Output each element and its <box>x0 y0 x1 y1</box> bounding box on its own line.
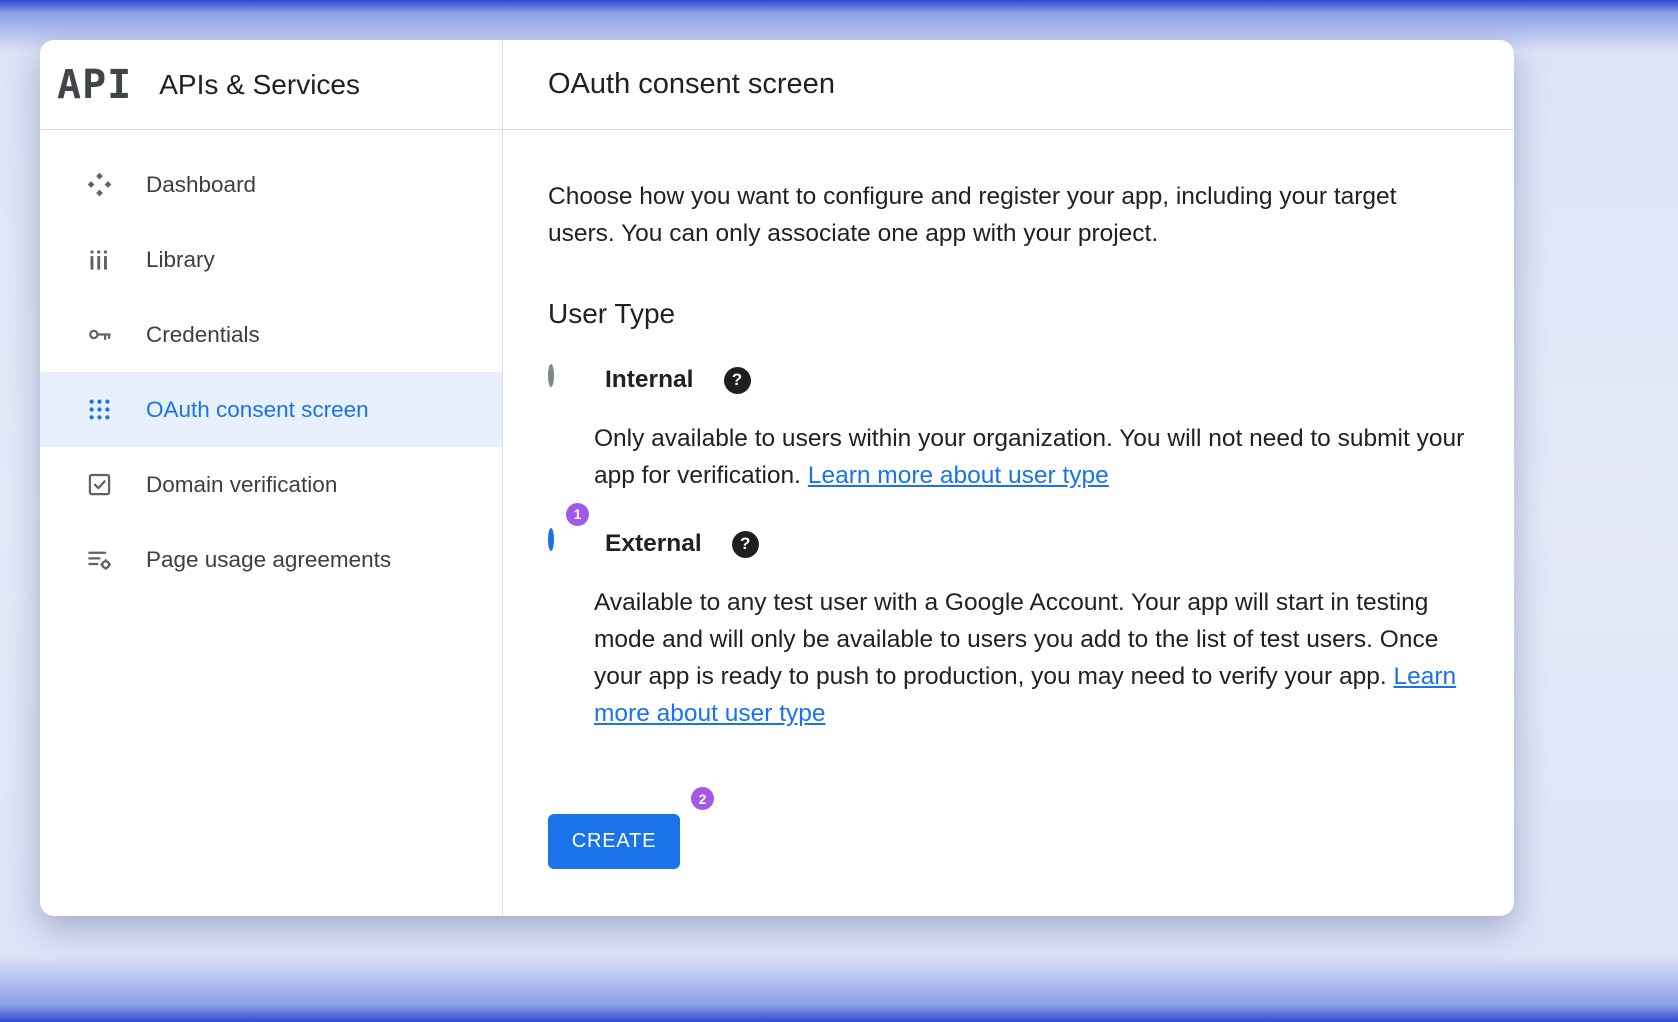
create-button-area: CREATE 2 <box>548 814 680 869</box>
sidebar-item-label: Library <box>146 247 215 273</box>
external-option-row: 1 External ? <box>548 530 1469 558</box>
console-window: API APIs & Services Dashboard <box>40 40 1514 916</box>
internal-help-icon[interactable]: ? <box>724 367 751 394</box>
sidebar-item-label: Domain verification <box>146 472 337 498</box>
external-radio[interactable] <box>548 528 554 551</box>
annotation-badge-1: 1 <box>566 503 589 526</box>
external-help-icon[interactable]: ? <box>732 531 759 558</box>
list-gear-icon <box>86 546 113 573</box>
dashboard-icon <box>86 171 113 198</box>
internal-radio[interactable] <box>548 364 554 387</box>
external-radio-wrap: 1 <box>548 531 575 558</box>
annotation-badge-2: 2 <box>691 787 714 810</box>
api-logo: API <box>57 62 132 108</box>
sidebar-item-label: Dashboard <box>146 172 256 198</box>
sidebar-nav: Dashboard <box>40 130 502 597</box>
internal-option-label[interactable]: Internal <box>605 366 694 394</box>
page-background: API APIs & Services Dashboard <box>0 0 1678 1022</box>
external-option-description: Available to any test user with a Google… <box>594 584 1469 732</box>
key-icon <box>86 321 113 348</box>
sidebar-item-label: OAuth consent screen <box>146 397 369 423</box>
external-option-label[interactable]: External <box>605 530 702 558</box>
internal-option-row: Internal ? <box>548 366 1469 394</box>
page-title: OAuth consent screen <box>548 68 835 101</box>
sidebar-item-library[interactable]: Library <box>40 222 502 297</box>
oauth-consent-icon <box>86 396 113 423</box>
sidebar-item-credentials[interactable]: Credentials <box>40 297 502 372</box>
sidebar-item-dashboard[interactable]: Dashboard <box>40 147 502 222</box>
main-header: OAuth consent screen <box>503 40 1514 130</box>
library-icon <box>86 246 113 273</box>
sidebar-header: API APIs & Services <box>40 40 502 130</box>
internal-option-description: Only available to users within your orga… <box>594 420 1469 494</box>
internal-learn-more-link[interactable]: Learn more about user type <box>808 462 1109 489</box>
intro-text: Choose how you want to configure and reg… <box>548 178 1453 252</box>
main-content: Choose how you want to configure and reg… <box>503 130 1514 869</box>
sidebar: API APIs & Services Dashboard <box>40 40 503 916</box>
user-type-heading: User Type <box>548 298 1469 330</box>
internal-radio-wrap <box>548 367 575 394</box>
create-button[interactable]: CREATE <box>548 814 680 869</box>
main-panel: OAuth consent screen Choose how you want… <box>503 40 1514 916</box>
sidebar-item-label: Credentials <box>146 322 260 348</box>
sidebar-item-oauth-consent-screen[interactable]: OAuth consent screen <box>40 372 502 447</box>
sidebar-item-page-usage-agreements[interactable]: Page usage agreements <box>40 522 502 597</box>
external-description-text: Available to any test user with a Google… <box>594 589 1438 690</box>
sidebar-item-domain-verification[interactable]: Domain verification <box>40 447 502 522</box>
checkbox-icon <box>86 471 113 498</box>
sidebar-item-label: Page usage agreements <box>146 547 391 573</box>
app-title: APIs & Services <box>159 69 360 101</box>
